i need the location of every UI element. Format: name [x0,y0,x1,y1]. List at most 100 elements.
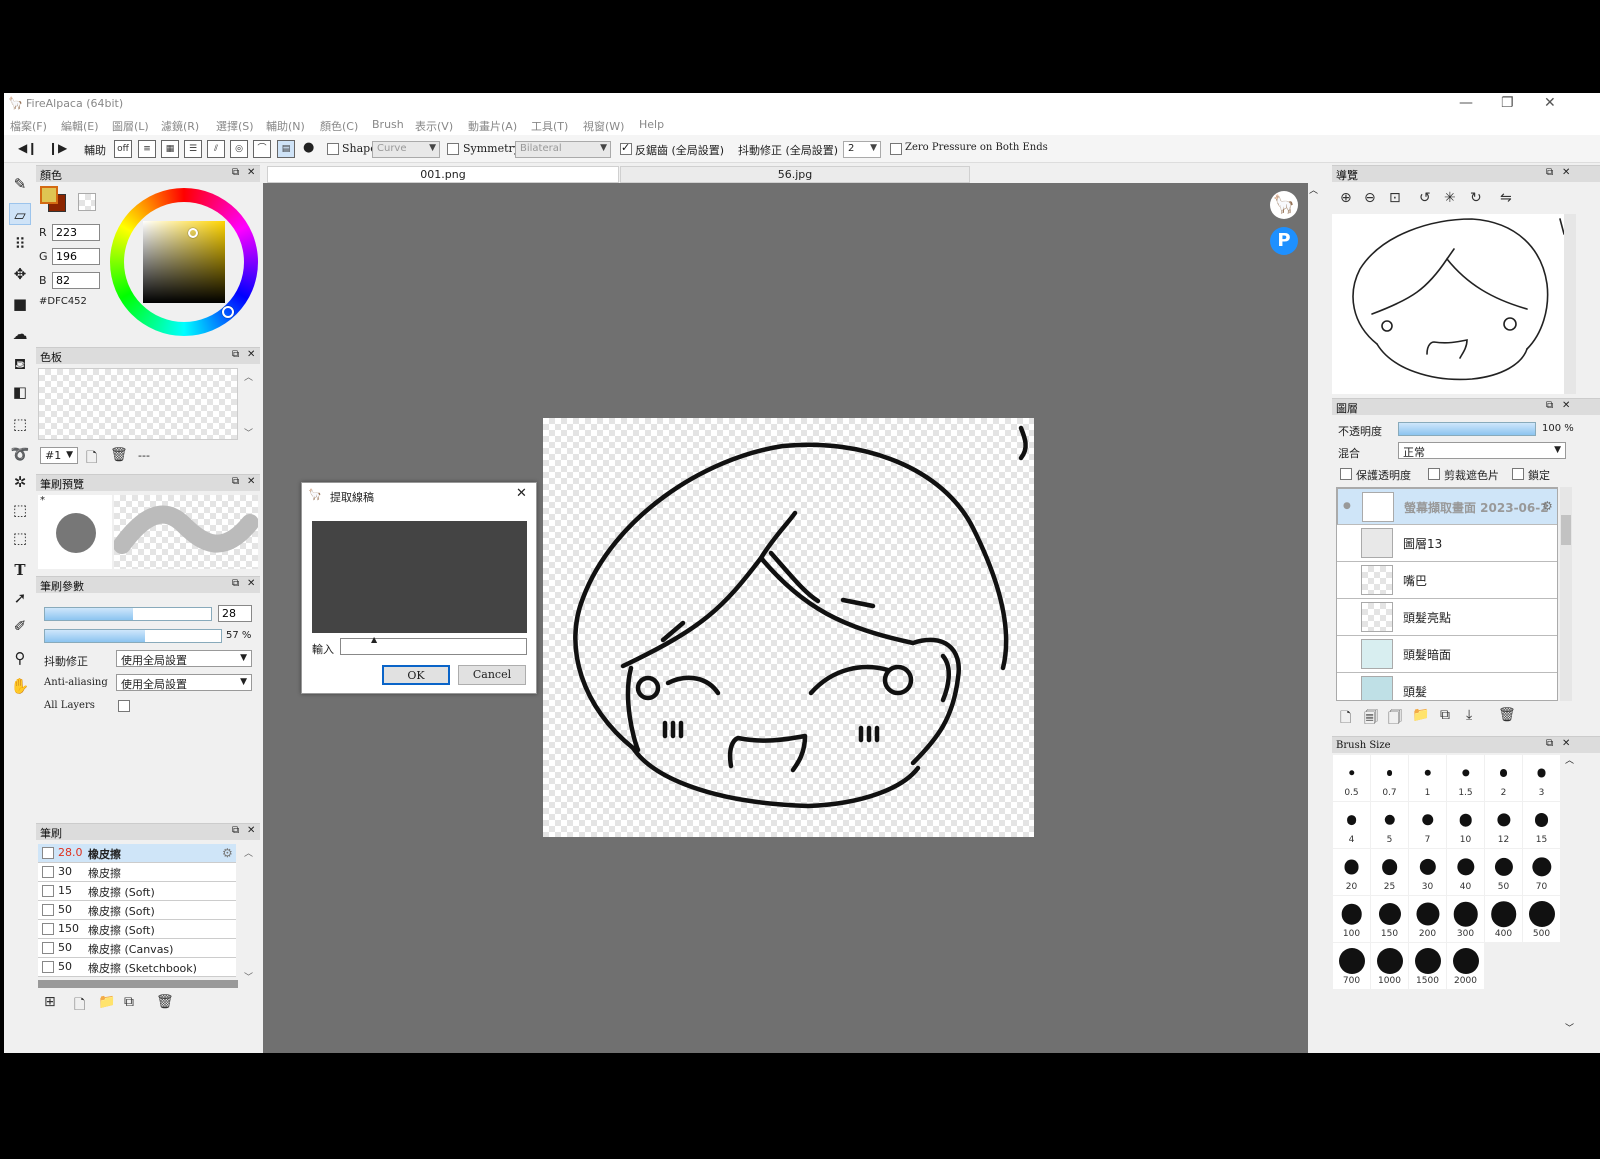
brush-size-slider[interactable] [44,607,212,621]
layer-row[interactable]: 頭髮亮點 [1337,599,1557,636]
saturation-value-square[interactable] [143,221,225,303]
drawing-canvas[interactable] [543,418,1034,837]
zoom-out-icon[interactable]: ⊖ [1364,190,1376,206]
menu-item[interactable]: 工具(T) [531,118,568,134]
hue-picker-handle[interactable] [222,306,234,318]
grid-icon[interactable]: ▦ [161,140,179,158]
scroll-up-icon[interactable]: ︿ [1309,183,1318,196]
brush-list-scrollbar[interactable] [38,980,238,988]
brush-size-option[interactable]: 1.5 [1447,755,1484,801]
brush-list-item[interactable]: 15 橡皮擦 (Soft) [38,882,236,901]
layer-row[interactable]: 頭髮 [1337,673,1557,700]
tab-001[interactable]: 001.png [267,166,619,183]
brush-size-option[interactable]: 40 [1447,849,1484,895]
brush-list-item[interactable]: 30 橡皮擦 [38,863,236,882]
brush-checkbox[interactable] [42,904,54,916]
duplicate-layer-icon[interactable]: ⧉ [1440,707,1450,723]
hue-wheel[interactable] [110,188,258,336]
brush-size-option[interactable]: 1 [1409,755,1446,801]
next-icon[interactable]: ❙▶ [48,141,67,155]
prev-icon[interactable]: ◀❙ [18,141,37,155]
close-icon[interactable]: ✕ [247,578,255,589]
menu-item[interactable]: 圖層(L) [112,118,149,134]
brush-size-option[interactable]: 15 [1523,802,1560,848]
menu-item[interactable]: 視窗(W) [583,118,624,134]
b-input[interactable] [52,272,100,289]
brush-checkbox[interactable] [42,923,54,935]
cancel-button[interactable]: Cancel [458,665,526,685]
brush-size-option[interactable]: 500 [1523,896,1560,942]
brush-size-option[interactable]: 700 [1333,943,1370,989]
r-input[interactable] [52,224,100,241]
protect-alpha-checkbox[interactable] [1340,468,1352,480]
lasso-tool-icon[interactable]: ➰ [9,443,31,465]
canvas-vertical-scrollbar[interactable]: ︿ ﹀ [1308,183,1320,1053]
brush-opacity-slider[interactable] [44,629,222,643]
layer-row[interactable]: ● 螢幕擷取畫面 2023-06-2 ⚙ [1337,488,1557,525]
eraser-tool-icon[interactable]: ▱ [9,203,31,225]
new-layer-icon[interactable]: 🗋 [1340,707,1351,731]
float-icon[interactable]: ⧉ [232,578,239,589]
scroll-up-icon[interactable]: ︿ [244,370,253,383]
palette-swatches[interactable] [38,368,238,440]
brush-size-option[interactable]: 100 [1333,896,1370,942]
brush-list-item[interactable]: 50 橡皮擦 (Canvas) [38,939,236,958]
menu-item[interactable]: 動畫片(A) [468,118,517,134]
brush-size-option[interactable]: 1000 [1371,943,1408,989]
sv-picker-handle[interactable] [188,228,198,238]
select-tool-icon[interactable]: ⬚ [9,413,31,435]
blend-select[interactable]: 正常 ▼ [1398,442,1566,459]
menu-item[interactable]: 濾鏡(R) [161,118,199,134]
layer-row[interactable]: 圖層13 [1337,525,1557,562]
dot-tool-icon[interactable]: ⠿ [9,233,31,255]
hand-tool-icon[interactable]: ✋ [9,675,31,697]
correction-select[interactable]: 2 ▼ [843,141,881,158]
delete-palette-icon[interactable]: 🗑 [110,447,128,463]
brush-size-option[interactable]: 30 [1409,849,1446,895]
brush-size-option[interactable]: 0.5 [1333,755,1370,801]
brush-list-item[interactable]: 50 橡皮擦 (Sketchbook) [38,958,236,977]
brush-size-option[interactable]: 4 [1333,802,1370,848]
merge-down-icon[interactable]: ⤓ [1466,707,1472,723]
select-pen-icon[interactable]: ⬚ [9,499,31,521]
brush-checkbox[interactable] [42,961,54,973]
close-icon[interactable]: ✕ [247,476,255,487]
brush-checkbox[interactable] [42,866,54,878]
brush-size-option[interactable]: 20 [1333,849,1370,895]
duplicate-brush-icon[interactable]: ⧉ [124,994,134,1010]
close-icon[interactable]: ✕ [247,167,255,178]
brush-size-option[interactable]: 400 [1485,896,1522,942]
brush-size-option[interactable]: 5 [1371,802,1408,848]
antialias-checkbox[interactable] [620,141,632,155]
close-icon[interactable]: ✕ [1562,738,1570,749]
brush-checkbox[interactable] [42,847,54,859]
rotate-left-icon[interactable]: ↺ [1419,190,1431,206]
navigator-scrollbar[interactable] [1564,214,1576,394]
gradient-tool-icon[interactable]: ◧ [9,381,31,403]
brush-size-option[interactable]: 7 [1409,802,1446,848]
dot-icon[interactable]: ● [303,140,314,155]
text-tool-icon[interactable]: T [9,559,31,581]
palette-more-button[interactable]: --- [138,449,150,462]
brush-size-option[interactable]: 50 [1485,849,1522,895]
curve-snap-icon[interactable]: ⌒ [253,140,271,158]
menu-item[interactable]: 編輯(E) [61,118,99,134]
tab-56[interactable]: 56.jpg [620,166,970,183]
primary-color-swatch[interactable] [40,186,58,204]
concentric-icon[interactable]: ◎ [230,140,248,158]
symmetry-checkbox[interactable] [447,143,459,155]
menu-item[interactable]: Help [639,118,664,131]
rotate-right-icon[interactable]: ↻ [1470,190,1482,206]
brush-list-item[interactable]: 150 橡皮擦 (Soft) [38,920,236,939]
close-icon[interactable]: ✕ [247,825,255,836]
dialog-close-button[interactable]: ✕ [516,486,527,501]
input-level-slider[interactable]: ▲ [340,635,527,655]
shape-checkbox[interactable] [327,143,339,155]
brush-size-scrollbar[interactable]: ︿ ﹀ [1564,753,1576,1035]
brush-size-option[interactable]: 25 [1371,849,1408,895]
layer-row[interactable]: 嘴巴 [1337,562,1557,599]
g-input[interactable] [52,248,100,265]
transparent-color-swatch[interactable] [78,193,96,211]
brush-size-option[interactable]: 12 [1485,802,1522,848]
magic-wand-icon[interactable]: ✲ [9,471,31,493]
